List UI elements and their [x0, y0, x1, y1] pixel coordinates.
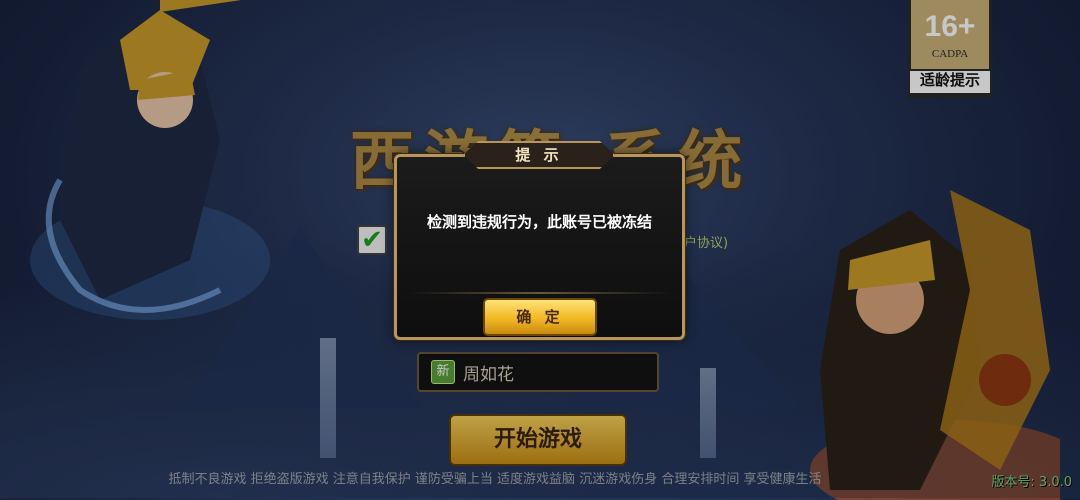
alert-dialog: 检测到违规行为，此账号已被冻结 确 定 — [394, 154, 685, 340]
confirm-button[interactable]: 确 定 — [483, 298, 597, 336]
dialog-divider — [409, 292, 670, 294]
dialog-message: 检测到违规行为，此账号已被冻结 — [426, 213, 652, 231]
dialog-title: 提 示 — [463, 141, 615, 169]
